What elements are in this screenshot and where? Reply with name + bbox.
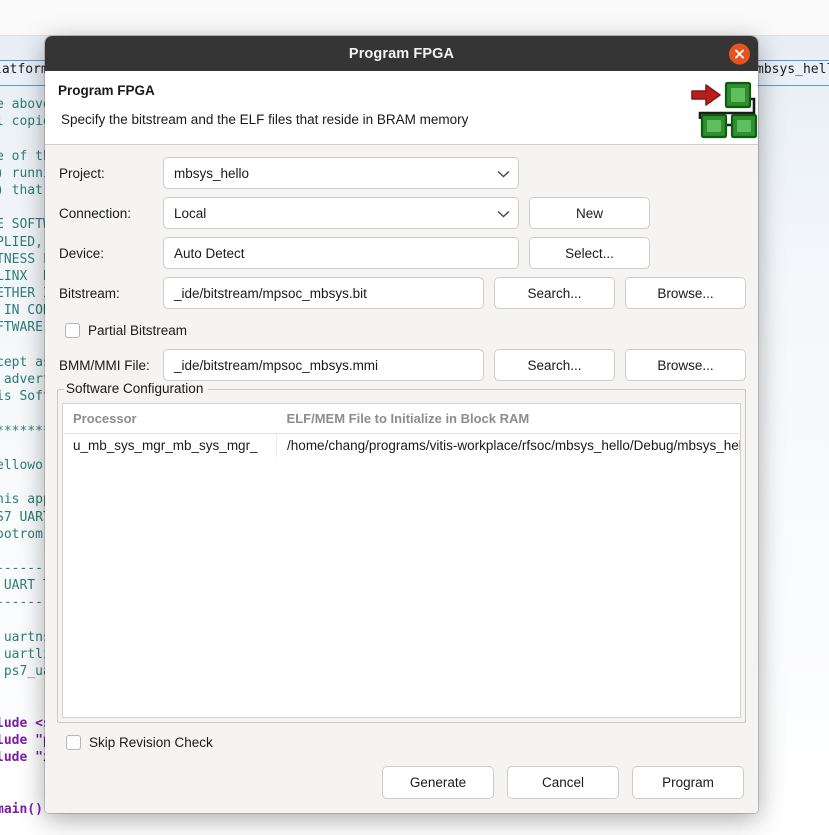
dialog-footer: Skip Revision Check Generate Cancel Prog… [45, 723, 758, 813]
skip-revision-check-label: Skip Revision Check [89, 735, 213, 750]
bitstream-search-button[interactable]: Search... [494, 277, 615, 309]
screen: latform mbsys_hello e abovel copiee of t… [0, 0, 829, 835]
label-bitstream: Bitstream: [59, 285, 120, 301]
label-connection: Connection: [59, 205, 132, 221]
bitstream-input[interactable]: _ide/bitstream/mpsoc_mbsys.bit [163, 277, 484, 309]
generate-button[interactable]: Generate [382, 766, 494, 799]
bmm-mmi-input[interactable]: _ide/bitstream/mpsoc_mbsys.mmi [163, 349, 484, 381]
connection-dropdown[interactable]: Local [163, 197, 519, 229]
software-configuration-title: Software Configuration [64, 381, 209, 396]
bmm-mmi-search-button[interactable]: Search... [494, 349, 615, 381]
software-configuration-table-wrap[interactable]: Processor ELF/MEM File to Initialize in … [62, 403, 741, 718]
row-bitstream: Bitstream: _ide/bitstream/mpsoc_mbsys.bi… [57, 277, 746, 309]
project-dropdown[interactable]: mbsys_hello [163, 157, 519, 189]
close-icon[interactable] [729, 43, 750, 64]
dialog-button-row: Generate Cancel Program [57, 766, 746, 799]
connection-value: Local [174, 205, 207, 221]
partial-bitstream-label: Partial Bitstream [88, 322, 188, 338]
dialog-title: Program FPGA [348, 45, 455, 62]
ide-toolbar-strip [0, 0, 829, 36]
row-project: Project: mbsys_hello [57, 157, 746, 189]
device-input[interactable]: Auto Detect [163, 237, 519, 269]
chevron-down-icon [497, 206, 510, 221]
row-device: Device: Auto Detect Select... [57, 237, 746, 269]
table-header-row: Processor ELF/MEM File to Initialize in … [63, 404, 740, 434]
device-select-button[interactable]: Select... [529, 237, 650, 269]
project-value: mbsys_hello [174, 165, 250, 181]
dialog-description: Specify the bitstream and the ELF files … [61, 112, 469, 127]
row-partial-bitstream: Partial Bitstream [65, 317, 746, 343]
chevron-down-icon [497, 166, 510, 181]
dialog-header: Program FPGA Specify the bitstream and t… [45, 71, 758, 145]
table-row[interactable]: u_mb_sys_mgr_mb_sys_mgr_ /home/chang/pro… [63, 433, 740, 457]
software-configuration-table: Processor ELF/MEM File to Initialize in … [63, 404, 740, 457]
new-connection-button[interactable]: New [529, 197, 650, 229]
dialog-heading: Program FPGA [58, 83, 155, 98]
dialog-titlebar: Program FPGA [45, 36, 758, 71]
ide-tab-platform[interactable]: latform [0, 62, 49, 77]
partial-bitstream-checkbox[interactable] [65, 322, 80, 338]
column-header-elf-file[interactable]: ELF/MEM File to Initialize in Block RAM [276, 404, 740, 434]
cell-processor: u_mb_sys_mgr_mb_sys_mgr_ [63, 433, 278, 457]
label-bmm-mmi: BMM/MMI File: [59, 357, 150, 373]
cell-elf-file[interactable]: /home/chang/programs/vitis-workplace/rfs… [276, 433, 740, 457]
ide-tab-mbsys-hello[interactable]: mbsys_hello [756, 62, 829, 77]
software-configuration-group: Software Configuration Processor ELF/MEM… [57, 381, 746, 723]
fpga-program-icon [686, 77, 758, 139]
row-bmm-mmi: BMM/MMI File: _ide/bitstream/mpsoc_mbsys… [57, 349, 746, 381]
program-fpga-dialog: Program FPGA Program FPGA Specify the bi… [45, 36, 758, 813]
row-connection: Connection: Local New [57, 197, 746, 229]
bitstream-browse-button[interactable]: Browse... [625, 277, 746, 309]
dialog-body: Project: mbsys_hello Connection: Local N… [45, 145, 758, 813]
bmm-mmi-browse-button[interactable]: Browse... [625, 349, 746, 381]
cancel-button[interactable]: Cancel [507, 766, 619, 799]
skip-revision-check-checkbox[interactable] [66, 735, 81, 750]
label-device: Device: [59, 245, 105, 261]
row-skip-revision-check: Skip Revision Check [66, 735, 746, 750]
column-header-processor[interactable]: Processor [63, 404, 277, 434]
program-button[interactable]: Program [632, 766, 744, 799]
label-project: Project: [59, 165, 105, 181]
